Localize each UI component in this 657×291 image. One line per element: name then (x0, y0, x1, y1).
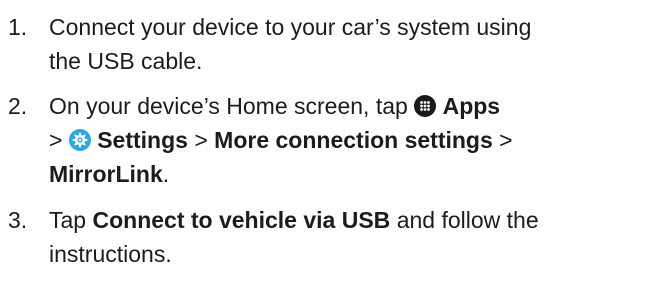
step-2-separator-3: > (499, 127, 513, 153)
step-2-separator-1: > (49, 127, 63, 153)
step-1-line-2: the USB cable. (49, 48, 203, 74)
connect-to-vehicle-label: Connect to vehicle via USB (92, 207, 391, 233)
more-connection-settings-label: More connection settings (214, 127, 493, 153)
step-2-line-3: MirrorLink. (49, 157, 655, 191)
step-2-line-2: > Settings > More connection settings > (49, 123, 655, 157)
step-3-line-1: Tap Connect to vehicle via USB and follo… (49, 203, 655, 237)
step-2-line-1: On your device’s Home screen, tap Apps (49, 89, 655, 123)
apps-grid-icon (414, 95, 437, 117)
mirrorlink-label: MirrorLink (49, 161, 163, 187)
step-3-outro-line-1: and follow the (396, 207, 539, 233)
apps-label: Apps (442, 93, 501, 119)
settings-label: Settings (97, 127, 188, 153)
step-3-intro: Tap (49, 207, 87, 233)
step-3-line-2: instructions. (49, 241, 172, 267)
step-2-number: 2. (8, 93, 28, 119)
step-2-separator-2: > (194, 127, 208, 153)
step-1-text: Connect your device to your car’s system… (49, 10, 655, 78)
step-3-text: Tap Connect to vehicle via USB and follo… (49, 203, 655, 271)
step-3-number: 3. (8, 207, 28, 233)
step-1-line-1: Connect your device to your car’s system… (49, 14, 532, 40)
settings-gear-icon (68, 129, 91, 151)
step-2-end-period: . (162, 161, 170, 187)
step-2-text: On your device’s Home screen, tap Apps >… (49, 89, 655, 191)
step-1-number: 1. (8, 14, 28, 40)
step-2-intro: On your device’s Home screen, tap (49, 93, 408, 119)
